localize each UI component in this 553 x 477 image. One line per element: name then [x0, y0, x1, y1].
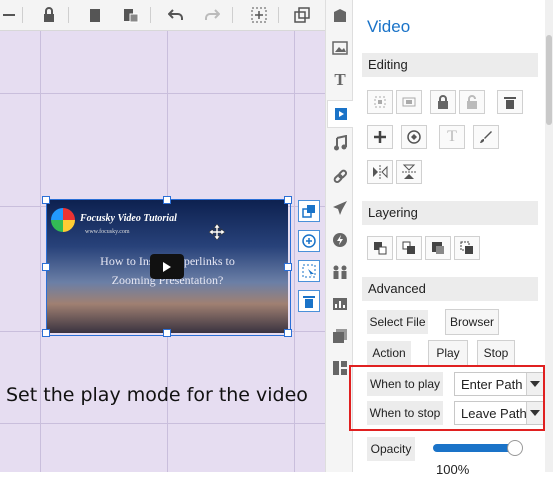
- redo-icon[interactable]: [203, 6, 221, 24]
- resize-handle[interactable]: [42, 263, 50, 271]
- add-icon[interactable]: [367, 125, 393, 149]
- hide-icon[interactable]: [0, 6, 18, 24]
- highlight-box: [349, 365, 545, 431]
- shape-icon[interactable]: [330, 6, 350, 26]
- resize-handle[interactable]: [42, 329, 50, 337]
- selection-frame: [46, 199, 291, 336]
- play-button[interactable]: Play: [428, 340, 468, 366]
- image-icon[interactable]: [330, 38, 350, 58]
- chart-icon[interactable]: [330, 294, 350, 314]
- stop-button[interactable]: Stop: [477, 340, 515, 366]
- resize-handle[interactable]: [42, 196, 50, 204]
- select-area-icon[interactable]: [298, 260, 320, 282]
- send-backward-icon[interactable]: [425, 236, 451, 260]
- lock-object-icon[interactable]: [430, 90, 456, 114]
- pages-icon[interactable]: [330, 326, 350, 346]
- browser-button[interactable]: Browser: [445, 309, 499, 335]
- bring-forward-icon[interactable]: [396, 236, 422, 260]
- action-label: Action: [367, 341, 411, 365]
- flip-vertical-icon[interactable]: [396, 160, 422, 184]
- window-icon[interactable]: [293, 6, 311, 24]
- opacity-slider-fill: [433, 444, 515, 452]
- advanced-section-header: Advanced: [362, 277, 538, 301]
- undo-icon[interactable]: [167, 6, 185, 24]
- text-style-icon[interactable]: T: [439, 125, 465, 149]
- panel-title: Video: [367, 17, 411, 36]
- video-icon[interactable]: [327, 100, 355, 128]
- resize-handle[interactable]: [163, 329, 171, 337]
- flip-horizontal-icon[interactable]: [367, 160, 393, 184]
- trash-icon[interactable]: [497, 90, 523, 114]
- opacity-label: Opacity: [367, 437, 415, 461]
- group-select-icon[interactable]: [250, 6, 268, 24]
- resize-handle[interactable]: [163, 196, 171, 204]
- resize-frame-icon[interactable]: [396, 90, 422, 114]
- instruction-caption: Set the play mode for the video: [6, 384, 308, 406]
- opacity-slider-knob[interactable]: [507, 440, 523, 456]
- rotate-icon[interactable]: [401, 125, 427, 149]
- copy-icon[interactable]: [85, 6, 103, 24]
- send-to-back-icon[interactable]: [454, 236, 480, 260]
- layering-section-header: Layering: [362, 201, 538, 225]
- unlock-object-icon[interactable]: [459, 90, 485, 114]
- resize-handle[interactable]: [284, 196, 292, 204]
- plane-icon[interactable]: [330, 198, 350, 218]
- properties-panel: Video Editing T Layering Advanced Select…: [349, 0, 545, 477]
- flash-icon[interactable]: [330, 230, 350, 250]
- top-toolbar: [0, 0, 325, 31]
- paste-icon[interactable]: [122, 6, 140, 24]
- text-icon[interactable]: T: [330, 70, 350, 90]
- resize-handle[interactable]: [284, 263, 292, 271]
- people-icon[interactable]: [330, 262, 350, 282]
- select-file-label: Select File: [367, 310, 428, 334]
- link-icon[interactable]: [330, 166, 350, 186]
- brush-icon[interactable]: [473, 125, 499, 149]
- delete-icon[interactable]: [298, 290, 320, 312]
- opacity-slider-track[interactable]: [433, 440, 523, 456]
- scrollbar-thumb[interactable]: [546, 35, 552, 125]
- zoom-in-icon[interactable]: [298, 230, 320, 252]
- replace-icon[interactable]: [298, 200, 320, 222]
- resize-handle[interactable]: [284, 329, 292, 337]
- layout-icon[interactable]: [330, 358, 350, 378]
- lock-icon[interactable]: [40, 6, 58, 24]
- opacity-value: 100%: [436, 462, 470, 477]
- editing-section-header: Editing: [362, 53, 538, 77]
- bring-to-front-icon[interactable]: [367, 236, 393, 260]
- music-icon[interactable]: [330, 133, 350, 153]
- crop-icon[interactable]: [367, 90, 393, 114]
